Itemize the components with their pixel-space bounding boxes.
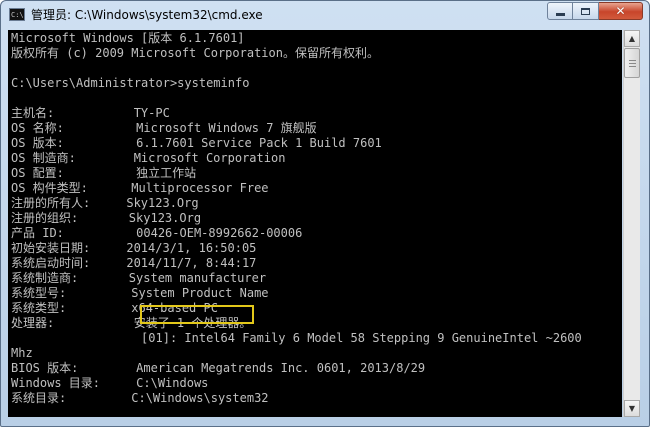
console-line: BIOS 版本: American Megatrends Inc. 0601, …: [11, 361, 426, 375]
scroll-down-button[interactable]: ▼: [624, 400, 640, 417]
window-title: 管理员: C:\Windows\system32\cmd.exe: [31, 8, 263, 22]
cmd-app-icon[interactable]: C:\: [9, 8, 25, 21]
grip-line: [629, 66, 636, 67]
scroll-thumb[interactable]: [624, 48, 640, 78]
console-line: 版权所有 (c) 2009 Microsoft Corporation。保留所有…: [11, 46, 379, 60]
grip-line: [629, 60, 636, 61]
scroll-up-button[interactable]: ▲: [624, 30, 640, 47]
grip-line: [629, 63, 636, 64]
arrow-up-icon: ▲: [628, 34, 636, 43]
close-button[interactable]: ✕: [599, 2, 643, 20]
minimize-icon: [555, 12, 565, 16]
cmd-window: C:\ 管理员: C:\Windows\system32\cmd.exe ✕ M…: [0, 0, 650, 427]
console-line: 注册的组织: Sky123.Org: [11, 211, 202, 225]
console-line: 注册的所有人: Sky123.Org: [11, 196, 199, 210]
maximize-icon: [581, 7, 590, 15]
console-line: Mhz: [11, 346, 33, 360]
console-output[interactable]: Microsoft Windows [版本 6.1.7601] 版权所有 (c)…: [8, 30, 622, 417]
console-line: 系统启动时间: 2014/11/7, 8:44:17: [11, 256, 257, 270]
console-line: OS 制造商: Microsoft Corporation: [11, 151, 286, 165]
window-controls: ✕: [547, 2, 643, 20]
vertical-scrollbar[interactable]: ▲ ▼: [623, 30, 640, 417]
console-line: 系统目录: C:\Windows\system32: [11, 391, 269, 405]
console-line: OS 版本: 6.1.7601 Service Pack 1 Build 760…: [11, 136, 382, 150]
console-line: 系统型号: System Product Name: [11, 286, 269, 300]
console-line: OS 名称: Microsoft Windows 7 旗舰版: [11, 121, 317, 135]
console-line: 初始安装日期: 2014/3/1, 16:50:05: [11, 241, 257, 255]
arrow-down-icon: ▼: [628, 404, 636, 413]
console-line: OS 构件类型: Multiprocessor Free: [11, 181, 269, 195]
console-line: Windows 目录: C:\Windows: [11, 376, 209, 390]
console-line: 主机名: TY-PC: [11, 106, 170, 120]
close-icon: ✕: [615, 4, 626, 18]
console-line: Microsoft Windows [版本 6.1.7601]: [11, 31, 245, 45]
console-line: 系统制造商: System manufacturer: [11, 271, 267, 285]
highlight-box-system-type: [140, 305, 254, 324]
title-bar[interactable]: C:\ 管理员: C:\Windows\system32\cmd.exe ✕: [1, 1, 649, 29]
console-line: 产品 ID: 00426-OEM-8992662-00006: [11, 226, 303, 240]
minimize-button[interactable]: [547, 2, 573, 20]
console-line: C:\Users\Administrator>systeminfo: [11, 76, 250, 90]
console-line: [01]: Intel64 Family 6 Model 58 Stepping…: [11, 331, 582, 345]
maximize-button[interactable]: [573, 2, 599, 20]
console-line: OS 配置: 独立工作站: [11, 166, 197, 180]
